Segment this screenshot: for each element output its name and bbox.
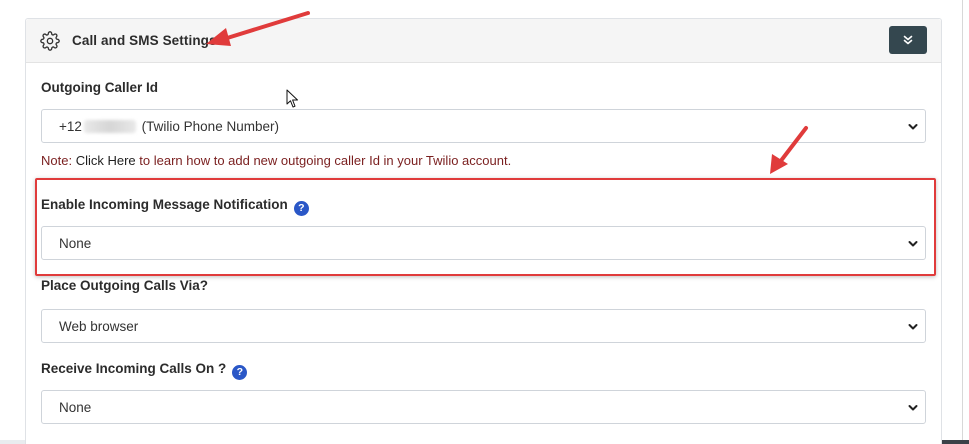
chevron-down-icon xyxy=(908,241,918,247)
caller-id-note: Note: Click Here to learn how to add new… xyxy=(41,153,511,168)
caller-id-suffix: (Twilio Phone Number) xyxy=(137,119,279,134)
click-here-link[interactable]: Click Here xyxy=(76,153,136,168)
outgoing-calls-value: Web browser xyxy=(59,319,139,334)
incoming-notification-label-text: Enable Incoming Message Notification xyxy=(41,197,288,212)
incoming-notification-value: None xyxy=(59,236,92,251)
incoming-calls-value: None xyxy=(59,400,92,415)
gear-icon xyxy=(40,31,60,51)
outgoing-caller-id-label: Outgoing Caller Id xyxy=(41,80,158,95)
chevron-down-icon xyxy=(908,124,918,130)
chevron-down-icon xyxy=(908,324,918,330)
outgoing-calls-label: Place Outgoing Calls Via? xyxy=(41,278,209,293)
incoming-calls-select[interactable]: None xyxy=(41,390,926,424)
outgoing-caller-id-value: +12 (Twilio Phone Number) xyxy=(59,119,279,134)
chevron-down-icon xyxy=(908,405,918,411)
incoming-calls-label-text: Receive Incoming Calls On ? xyxy=(41,361,227,376)
caller-id-prefix: +12 xyxy=(59,119,82,134)
incoming-notification-select[interactable]: None xyxy=(41,226,926,260)
help-icon[interactable]: ? xyxy=(293,201,309,216)
frame-border xyxy=(962,0,963,444)
panel-header[interactable]: Call and SMS Settings xyxy=(26,19,941,63)
double-chevron-down-icon xyxy=(903,35,913,45)
incoming-notification-label: Enable Incoming Message Notification? xyxy=(41,197,309,216)
outgoing-caller-id-select[interactable]: +12 (Twilio Phone Number) xyxy=(41,109,926,143)
collapse-panel-button[interactable] xyxy=(889,26,927,54)
note-prefix: Note: xyxy=(41,153,76,168)
panel-title: Call and SMS Settings xyxy=(72,33,217,48)
mouse-cursor-icon xyxy=(286,89,298,108)
outgoing-calls-select[interactable]: Web browser xyxy=(41,309,926,343)
incoming-calls-label: Receive Incoming Calls On ?? xyxy=(41,361,248,380)
call-sms-settings-panel: Call and SMS Settings Outgoing Caller Id… xyxy=(25,18,942,444)
masked-phone-digits xyxy=(83,120,136,133)
help-icon[interactable]: ? xyxy=(232,365,248,380)
note-suffix: to learn how to add new outgoing caller … xyxy=(135,153,512,168)
window-frame: Call and SMS Settings Outgoing Caller Id… xyxy=(0,0,969,444)
